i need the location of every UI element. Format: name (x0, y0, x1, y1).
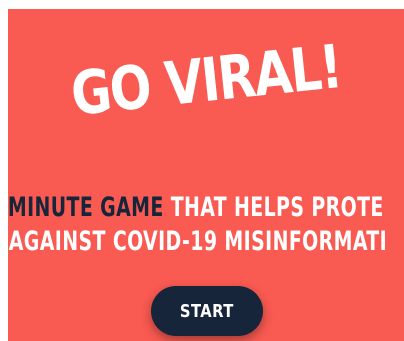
game-tagline: 5-MINUTE GAME THAT HELPS PROTE U AGAINST… (8, 191, 388, 259)
start-button[interactable]: START (151, 286, 263, 336)
start-button-label: START (180, 300, 234, 322)
tagline-highlight: 5-MINUTE GAME (8, 192, 164, 223)
tagline-line-1: 5-MINUTE GAME THAT HELPS PROTE (8, 191, 383, 225)
game-landing-panel: GO VIRAL! 5-MINUTE GAME THAT HELPS PROTE… (8, 9, 404, 341)
tagline-line-2: U AGAINST COVID-19 MISINFORMATI (8, 226, 388, 257)
game-title: GO VIRAL! (67, 32, 345, 130)
tagline-rest: THAT HELPS PROTE (163, 192, 384, 223)
